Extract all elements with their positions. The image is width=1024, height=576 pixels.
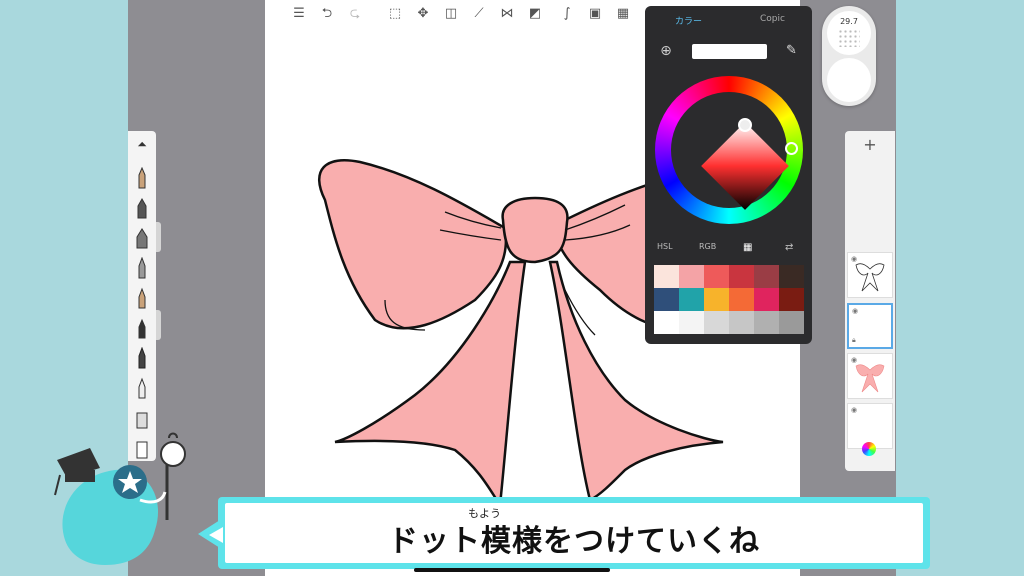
home-indicator[interactable]	[414, 568, 610, 572]
fineliner-brush-icon[interactable]	[132, 347, 152, 369]
tab-copic[interactable]: Copic	[760, 14, 785, 24]
mode-rgb[interactable]: RGB	[699, 242, 716, 251]
lock-icon[interactable]: 🔒︎	[852, 336, 856, 345]
color-swatch[interactable]	[729, 311, 754, 334]
layers-list-icon[interactable]: ☰	[288, 2, 310, 26]
transform-icon[interactable]: ✥	[412, 2, 434, 26]
pen-brush-icon[interactable]	[132, 257, 152, 279]
color-swatch[interactable]	[654, 265, 679, 288]
color-hex-field[interactable]	[692, 44, 767, 59]
saturation-value-knob[interactable]	[738, 118, 752, 132]
mode-hsl[interactable]: HSL	[657, 242, 673, 251]
mascot-character	[54, 432, 186, 565]
chalk-brush-icon[interactable]	[132, 377, 152, 399]
undo-icon[interactable]: ⮌	[316, 2, 338, 26]
blender-brush-icon[interactable]	[132, 407, 152, 429]
caption-text: ドット模様をつけていくね	[388, 524, 760, 559]
color-swatch[interactable]	[779, 288, 804, 311]
color-swatch[interactable]	[704, 288, 729, 311]
hue-knob[interactable]	[785, 142, 798, 155]
image-import-icon[interactable]: ▣	[584, 2, 606, 26]
color-swatch[interactable]	[679, 288, 704, 311]
color-swatches	[654, 265, 804, 335]
tab-color[interactable]: カラー	[675, 14, 702, 27]
shuffle-icon[interactable]: ⇄	[785, 242, 793, 253]
perspective-icon[interactable]: ▦	[612, 2, 634, 26]
color-swatch[interactable]	[704, 311, 729, 334]
select-icon[interactable]: ⬚	[384, 2, 406, 26]
caption-box: ドット模様をつけていくね	[218, 497, 930, 569]
add-layer-button[interactable]: +	[845, 131, 895, 159]
color-mode-tabs: HSL RGB ▦ ⇄	[645, 242, 812, 254]
marker-brush-icon[interactable]	[132, 197, 152, 219]
color-swatch[interactable]	[679, 311, 704, 334]
caption-furigana: もよう	[468, 507, 501, 520]
color-swatch[interactable]	[679, 265, 704, 288]
ink-brush-icon[interactable]	[132, 287, 152, 309]
color-swatch[interactable]	[754, 311, 779, 334]
brush-size-handle[interactable]	[156, 222, 161, 252]
color-wheel-center	[671, 92, 789, 210]
pencil-brush-icon[interactable]	[132, 167, 152, 189]
swatch-grid-icon[interactable]: ▦	[743, 242, 752, 253]
brush-library-icon[interactable]: ⏶	[132, 137, 152, 159]
brush-size-value: 29.7	[840, 17, 858, 26]
shapes-icon[interactable]: ◩	[524, 2, 546, 26]
brush-size-puck[interactable]: 29.7	[827, 11, 871, 55]
caption-tail-inner	[209, 527, 223, 543]
layers-panel: + ◉ ◉ 🔒︎ ◉ ◉	[845, 131, 895, 471]
color-swatch[interactable]	[754, 265, 779, 288]
top-toolbar: ☰ ⮌ ⮎ ⬚ ✥ ◫ ⟋ ⋈ ◩ ∫ ▣ ▦	[288, 2, 648, 28]
color-swatch[interactable]	[779, 265, 804, 288]
brush-opacity-puck[interactable]	[827, 58, 871, 102]
color-swatch[interactable]	[779, 311, 804, 334]
color-swatch[interactable]	[754, 288, 779, 311]
brush-puck[interactable]: 29.7	[822, 6, 876, 106]
caption-inner: ドット模様をつけていくね	[225, 503, 923, 563]
layer-thumbnail-outline[interactable]: ◉	[847, 252, 893, 298]
brush-library-bar: ⏶	[128, 131, 156, 461]
layer-thumbnail-pink[interactable]: ◉	[847, 353, 893, 399]
eye-icon[interactable]: ◉	[851, 356, 857, 364]
stroke-icon[interactable]: ∫	[556, 2, 578, 26]
brush-size-dots-icon	[838, 29, 860, 47]
eye-icon[interactable]: ◉	[852, 307, 858, 315]
color-swatch[interactable]	[729, 265, 754, 288]
color-swatch[interactable]	[729, 288, 754, 311]
eye-icon[interactable]: ◉	[851, 255, 857, 263]
eyedropper-icon[interactable]: ✎	[786, 43, 797, 58]
color-swatch[interactable]	[654, 311, 679, 334]
opacity-handle[interactable]	[156, 310, 161, 340]
saturation-value-square[interactable]	[701, 122, 789, 210]
paint-brush-icon[interactable]	[132, 317, 152, 339]
color-swatch[interactable]	[704, 265, 729, 288]
ruler-icon[interactable]: ⟋	[468, 2, 490, 26]
color-puck-icon[interactable]: ⊕	[657, 43, 675, 61]
redo-icon[interactable]: ⮎	[344, 2, 366, 26]
color-swatch[interactable]	[654, 288, 679, 311]
color-wheel[interactable]	[655, 76, 803, 224]
eye-icon[interactable]: ◉	[851, 406, 857, 414]
color-panel: カラー Copic ⊕ ✎ HSL RGB ▦ ⇄	[645, 6, 812, 344]
symmetry-icon[interactable]: ⋈	[496, 2, 518, 26]
fill-icon[interactable]: ◫	[440, 2, 462, 26]
airbrush-icon[interactable]	[132, 227, 152, 249]
color-tabs: カラー Copic	[645, 14, 812, 30]
color-wheel-icon[interactable]	[862, 442, 876, 456]
layer-thumbnail-empty-selected[interactable]: ◉ 🔒︎	[847, 303, 893, 349]
